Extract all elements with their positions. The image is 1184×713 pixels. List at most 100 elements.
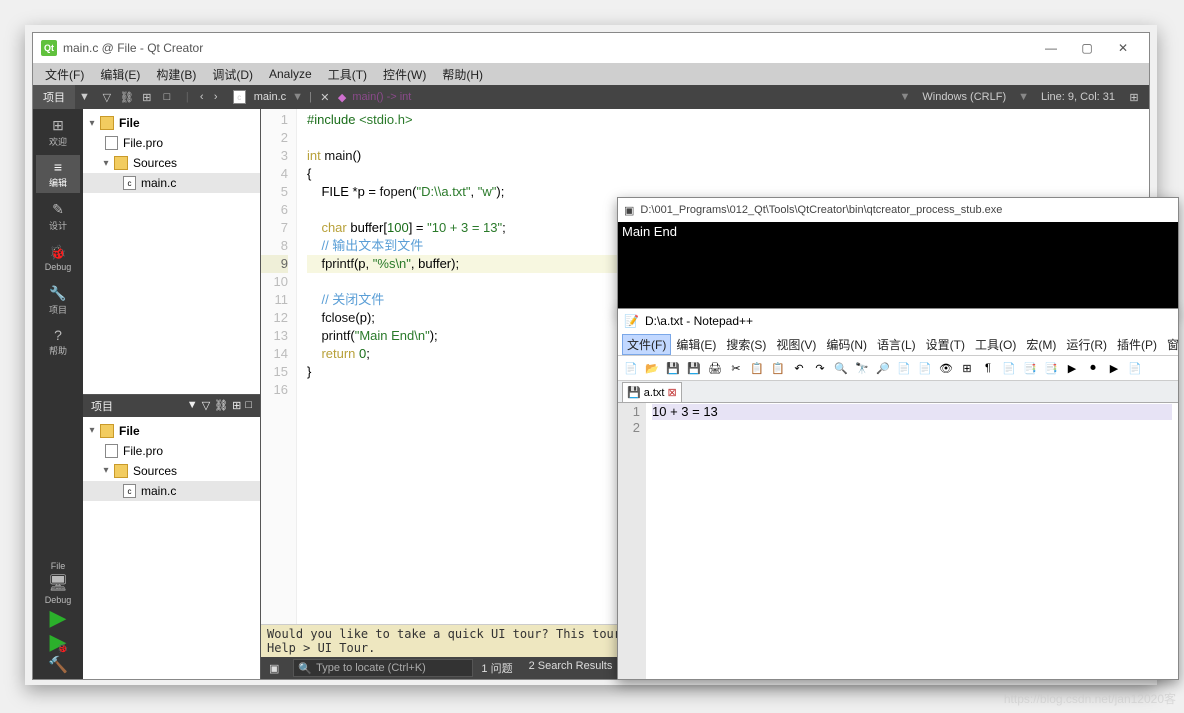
console-titlebar[interactable]: ▣ D:\001_Programs\012_Qt\Tools\QtCreator… — [618, 198, 1178, 222]
npp-toolbar-icon[interactable]: 📋 — [748, 359, 766, 377]
npp-code[interactable]: 10 + 3 = 13 — [646, 403, 1178, 679]
encoding-label[interactable]: Windows (CRLF) — [922, 91, 1006, 103]
npp-toolbar-icon[interactable]: 💾 — [664, 359, 682, 377]
minimize-button[interactable]: — — [1033, 34, 1069, 62]
npp-menu-item[interactable]: 搜索(S) — [721, 334, 771, 355]
rail-item-Debug[interactable]: 🐞Debug — [36, 239, 80, 277]
add-icon[interactable]: ⊞ — [232, 399, 241, 412]
tree-root[interactable]: ▾File — [83, 421, 260, 441]
npp-toolbar-icon[interactable]: 👁 — [937, 359, 955, 377]
close-panel-icon[interactable]: □ — [245, 399, 252, 412]
rail-item-项目[interactable]: 🔧项目 — [36, 281, 80, 319]
console-window[interactable]: ▣ D:\001_Programs\012_Qt\Tools\QtCreator… — [617, 197, 1179, 313]
npp-menu-item[interactable]: 窗口(W) — [1162, 334, 1178, 355]
tree-main-c[interactable]: cmain.c — [83, 173, 260, 193]
npp-menu-item[interactable]: 编辑(E) — [671, 334, 721, 355]
run-button[interactable]: ▶ — [50, 607, 67, 629]
breadcrumb-dropdown-icon[interactable]: ▼ — [292, 91, 303, 103]
filter-icon[interactable]: ▽ — [100, 90, 114, 104]
npp-toolbar-icon[interactable]: 🔍 — [832, 359, 850, 377]
rail-item-设计[interactable]: ✎设计 — [36, 197, 80, 235]
npp-editor[interactable]: 12 10 + 3 = 13 — [618, 403, 1178, 679]
npp-toolbar-icon[interactable]: ↷ — [811, 359, 829, 377]
menu-item[interactable]: 工具(T) — [320, 64, 375, 85]
menu-item[interactable]: 调试(D) — [204, 64, 261, 85]
npp-toolbar-icon[interactable]: 📄 — [622, 359, 640, 377]
menu-item[interactable]: 编辑(E) — [92, 64, 148, 85]
menu-item[interactable]: 文件(F) — [37, 64, 92, 85]
npp-toolbar-icon[interactable]: 🔎 — [874, 359, 892, 377]
menu-item[interactable]: 控件(W) — [375, 64, 434, 85]
filter-icon[interactable]: ▽ — [202, 399, 210, 412]
npp-toolbar-icon[interactable]: ⏺ — [1084, 359, 1102, 377]
npp-toolbar-icon[interactable]: ↶ — [790, 359, 808, 377]
build-button[interactable]: 🔨 — [48, 655, 68, 675]
npp-menu-item[interactable]: 工具(O) — [970, 334, 1021, 355]
link-icon[interactable]: ⛓ — [214, 399, 228, 412]
npp-toolbar-icon[interactable]: 📄 — [916, 359, 934, 377]
output-tab[interactable]: 2 Search Results — [521, 660, 621, 676]
close-editor-icon[interactable]: ✕ — [318, 90, 332, 104]
npp-toolbar-icon[interactable]: ▶ — [1063, 359, 1081, 377]
npp-toolbar-icon[interactable]: 🔭 — [853, 359, 871, 377]
npp-menu-item[interactable]: 语言(L) — [872, 334, 921, 355]
npp-toolbar-icon[interactable]: ¶ — [979, 359, 997, 377]
split-right-icon[interactable]: ⊞ — [1127, 90, 1141, 104]
titlebar[interactable]: Qt main.c @ File - Qt Creator — ▢ ✕ — [33, 33, 1149, 63]
npp-toolbar-icon[interactable]: 📄 — [1000, 359, 1018, 377]
npp-toolbar-icon[interactable]: 📄 — [1126, 359, 1144, 377]
npp-toolbar-icon[interactable]: 📂 — [643, 359, 661, 377]
npp-menu-item[interactable]: 宏(M) — [1021, 334, 1061, 355]
npp-titlebar[interactable]: 📝 D:\a.txt - Notepad++ — [618, 309, 1178, 333]
tree-root[interactable]: ▾File — [83, 113, 260, 133]
npp-menu-item[interactable]: 视图(V) — [771, 334, 821, 355]
menu-item[interactable]: 构建(B) — [148, 64, 204, 85]
npp-toolbar-icon[interactable]: 📑 — [1042, 359, 1060, 377]
output-tab[interactable]: 1 问题 — [473, 660, 520, 676]
menu-item[interactable]: 帮助(H) — [434, 64, 491, 85]
run-debug-button[interactable]: ▶🐞 — [50, 631, 67, 653]
tree-main-c[interactable]: cmain.c — [83, 481, 260, 501]
close-tab-icon[interactable]: ⊠ — [668, 386, 677, 399]
output-toggle-icon[interactable]: ▣ — [261, 662, 287, 675]
nav-fwd-icon[interactable]: › — [209, 90, 223, 104]
npp-menu-item[interactable]: 文件(F) — [622, 334, 671, 355]
tree-sources[interactable]: ▾Sources — [83, 461, 260, 481]
menu-item[interactable]: Analyze — [261, 65, 320, 83]
tree-file-pro[interactable]: File.pro — [83, 133, 260, 153]
notepadpp-window[interactable]: 📝 D:\a.txt - Notepad++ 文件(F)编辑(E)搜索(S)视图… — [617, 308, 1179, 680]
maximize-button[interactable]: ▢ — [1069, 34, 1105, 62]
locator-input[interactable]: 🔍 Type to locate (Ctrl+K) — [293, 659, 473, 677]
kit-icon[interactable]: 🖥 — [48, 573, 68, 593]
tree-sources[interactable]: ▾Sources — [83, 153, 260, 173]
npp-toolbar-icon[interactable]: 📋 — [769, 359, 787, 377]
breadcrumb-file[interactable]: main.c — [254, 91, 286, 103]
tree-file-pro[interactable]: File.pro — [83, 441, 260, 461]
npp-menu-item[interactable]: 设置(T) — [921, 334, 970, 355]
npp-toolbar-icon[interactable]: ⊞ — [958, 359, 976, 377]
nav-back-icon[interactable]: ‹ — [195, 90, 209, 104]
rail-item-欢迎[interactable]: ⊞欢迎 — [36, 113, 80, 151]
npp-toolbar-icon[interactable]: 📄 — [895, 359, 913, 377]
npp-menu-item[interactable]: 插件(P) — [1112, 334, 1162, 355]
encoding-caret-icon[interactable]: ▼ — [1018, 91, 1029, 103]
npp-toolbar-icon[interactable]: 💾 — [685, 359, 703, 377]
rail-item-编辑[interactable]: ≡编辑 — [36, 155, 80, 193]
npp-menu-item[interactable]: 运行(R) — [1061, 334, 1112, 355]
npp-menu-item[interactable]: 编码(N) — [821, 334, 872, 355]
npp-toolbar-icon[interactable]: 📑 — [1021, 359, 1039, 377]
add-icon[interactable]: ⊞ — [140, 90, 154, 104]
link-icon[interactable]: ⛓ — [120, 90, 134, 104]
npp-toolbar-icon[interactable]: ✂ — [727, 359, 745, 377]
panel-dropdown-icon[interactable]: ▼ — [75, 91, 94, 103]
panel-dropdown-icon[interactable]: ▼ — [187, 399, 198, 412]
npp-toolbar-icon[interactable]: ▶ — [1105, 359, 1123, 377]
npp-tab-file[interactable]: 💾 a.txt ⊠ — [622, 382, 682, 402]
encoding-dropdown-icon[interactable]: ▼ — [899, 91, 910, 103]
split-icon[interactable]: □ — [160, 90, 174, 104]
npp-toolbar-icon[interactable]: 🖨 — [706, 359, 724, 377]
close-button[interactable]: ✕ — [1105, 34, 1141, 62]
rail-item-帮助[interactable]: ?帮助 — [36, 323, 80, 361]
breadcrumb-func[interactable]: main() -> int — [352, 91, 411, 103]
panel-label[interactable]: 项目 — [33, 85, 75, 109]
